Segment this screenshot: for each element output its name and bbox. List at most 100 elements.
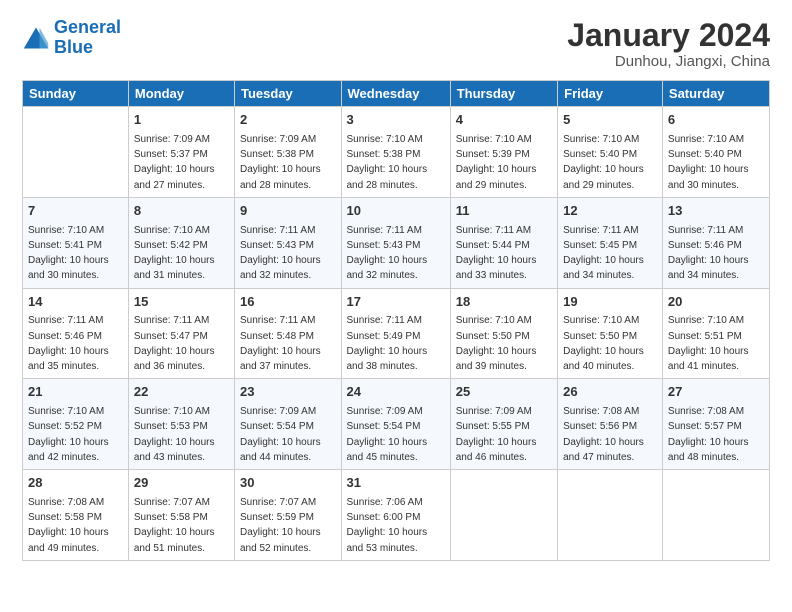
calendar-cell: 16 Sunrise: 7:11 AMSunset: 5:48 PMDayligh… (235, 288, 342, 379)
calendar-cell: 18 Sunrise: 7:10 AMSunset: 5:50 PMDayligh… (450, 288, 557, 379)
logo-text: General Blue (54, 18, 121, 58)
calendar-row: 1Sunrise: 7:09 AMSunset: 5:37 PMDaylight… (23, 107, 770, 198)
day-number: 24 (347, 383, 445, 402)
day-number: 16 (240, 293, 336, 312)
day-info: Sunrise: 7:09 AMSunset: 5:38 PMDaylight:… (240, 134, 321, 191)
day-number: 28 (28, 474, 123, 493)
logo-line1: General (54, 17, 121, 37)
calendar-cell: 8Sunrise: 7:10 AMSunset: 5:42 PMDaylight… (128, 197, 234, 288)
day-number: 6 (668, 111, 764, 130)
calendar-cell: 23 Sunrise: 7:09 AMSunset: 5:54 PMDayligh… (235, 379, 342, 470)
day-number: 5 (563, 111, 657, 130)
calendar-row: 21 Sunrise: 7:10 AMSunset: 5:52 PMDayligh… (23, 379, 770, 470)
day-number: 19 (563, 293, 657, 312)
calendar-cell: 19Sunrise: 7:10 AMSunset: 5:50 PMDayligh… (558, 288, 663, 379)
calendar-cell: 13 Sunrise: 7:11 AMSunset: 5:46 PMDayligh… (662, 197, 769, 288)
calendar-cell: 27 Sunrise: 7:08 AMSunset: 5:57 PMDayligh… (662, 379, 769, 470)
calendar-cell (450, 470, 557, 561)
day-number: 22 (134, 383, 229, 402)
day-info: Sunrise: 7:10 AMSunset: 5:53 PMDaylight:… (134, 406, 215, 463)
day-info: Sunrise: 7:11 AMSunset: 5:46 PMDaylight:… (668, 225, 749, 282)
day-number: 21 (28, 383, 123, 402)
month-title: January 2024 (567, 18, 770, 53)
calendar-cell: 2 Sunrise: 7:09 AMSunset: 5:38 PMDaylight… (235, 107, 342, 198)
calendar-cell: 26Sunrise: 7:08 AMSunset: 5:56 PMDayligh… (558, 379, 663, 470)
day-number: 13 (668, 202, 764, 221)
day-info: Sunrise: 7:06 AMSunset: 6:00 PMDaylight:… (347, 497, 428, 554)
day-info: Sunrise: 7:11 AMSunset: 5:46 PMDaylight:… (28, 315, 109, 372)
calendar-cell: 14 Sunrise: 7:11 AMSunset: 5:46 PMDayligh… (23, 288, 129, 379)
col-friday: Friday (558, 81, 663, 107)
calendar-cell: 7Sunrise: 7:10 AMSunset: 5:41 PMDaylight… (23, 197, 129, 288)
day-number: 9 (240, 202, 336, 221)
day-number: 26 (563, 383, 657, 402)
day-number: 27 (668, 383, 764, 402)
day-number: 14 (28, 293, 123, 312)
day-info: Sunrise: 7:11 AMSunset: 5:48 PMDaylight:… (240, 315, 321, 372)
day-number: 17 (347, 293, 445, 312)
day-number: 10 (347, 202, 445, 221)
day-info: Sunrise: 7:08 AMSunset: 5:58 PMDaylight:… (28, 497, 109, 554)
calendar-cell: 20 Sunrise: 7:10 AMSunset: 5:51 PMDayligh… (662, 288, 769, 379)
day-info: Sunrise: 7:09 AMSunset: 5:54 PMDaylight:… (347, 406, 428, 463)
header: General Blue January 2024 Dunhou, Jiangx… (22, 18, 770, 70)
day-info: Sunrise: 7:11 AMSunset: 5:44 PMDaylight:… (456, 225, 537, 282)
day-info: Sunrise: 7:11 AMSunset: 5:49 PMDaylight:… (347, 315, 428, 372)
day-info: Sunrise: 7:10 AMSunset: 5:39 PMDaylight:… (456, 134, 537, 191)
day-info: Sunrise: 7:09 AMSunset: 5:54 PMDaylight:… (240, 406, 321, 463)
day-info: Sunrise: 7:10 AMSunset: 5:40 PMDaylight:… (563, 134, 644, 191)
col-wednesday: Wednesday (341, 81, 450, 107)
calendar-cell (662, 470, 769, 561)
day-info: Sunrise: 7:10 AMSunset: 5:50 PMDaylight:… (456, 315, 537, 372)
page: General Blue January 2024 Dunhou, Jiangx… (0, 0, 792, 575)
calendar-cell: 29 Sunrise: 7:07 AMSunset: 5:58 PMDayligh… (128, 470, 234, 561)
day-info: Sunrise: 7:07 AMSunset: 5:58 PMDaylight:… (134, 497, 215, 554)
day-number: 20 (668, 293, 764, 312)
calendar-cell: 6Sunrise: 7:10 AMSunset: 5:40 PMDaylight… (662, 107, 769, 198)
day-number: 30 (240, 474, 336, 493)
title-block: January 2024 Dunhou, Jiangxi, China (567, 18, 770, 70)
day-info: Sunrise: 7:11 AMSunset: 5:43 PMDaylight:… (347, 225, 428, 282)
calendar-cell (558, 470, 663, 561)
day-number: 23 (240, 383, 336, 402)
day-number: 1 (134, 111, 229, 130)
calendar-table: Sunday Monday Tuesday Wednesday Thursday… (22, 80, 770, 561)
col-tuesday: Tuesday (235, 81, 342, 107)
calendar-cell: 5 Sunrise: 7:10 AMSunset: 5:40 PMDaylight… (558, 107, 663, 198)
calendar-cell: 25Sunrise: 7:09 AMSunset: 5:55 PMDayligh… (450, 379, 557, 470)
day-number: 29 (134, 474, 229, 493)
day-info: Sunrise: 7:08 AMSunset: 5:57 PMDaylight:… (668, 406, 749, 463)
calendar-cell: 4Sunrise: 7:10 AMSunset: 5:39 PMDaylight… (450, 107, 557, 198)
calendar-cell: 30Sunrise: 7:07 AMSunset: 5:59 PMDayligh… (235, 470, 342, 561)
location: Dunhou, Jiangxi, China (567, 53, 770, 70)
day-number: 18 (456, 293, 552, 312)
day-info: Sunrise: 7:10 AMSunset: 5:51 PMDaylight:… (668, 315, 749, 372)
day-info: Sunrise: 7:11 AMSunset: 5:45 PMDaylight:… (563, 225, 644, 282)
calendar-cell: 17 Sunrise: 7:11 AMSunset: 5:49 PMDayligh… (341, 288, 450, 379)
day-number: 11 (456, 202, 552, 221)
logo: General Blue (22, 18, 121, 58)
calendar-cell: 3 Sunrise: 7:10 AMSunset: 5:38 PMDaylight… (341, 107, 450, 198)
logo-line2: Blue (54, 37, 93, 57)
day-info: Sunrise: 7:10 AMSunset: 5:38 PMDaylight:… (347, 134, 428, 191)
col-thursday: Thursday (450, 81, 557, 107)
day-number: 3 (347, 111, 445, 130)
calendar-cell: 24 Sunrise: 7:09 AMSunset: 5:54 PMDayligh… (341, 379, 450, 470)
calendar-row: 28 Sunrise: 7:08 AMSunset: 5:58 PMDayligh… (23, 470, 770, 561)
calendar-cell: 12 Sunrise: 7:11 AMSunset: 5:45 PMDayligh… (558, 197, 663, 288)
day-number: 2 (240, 111, 336, 130)
calendar-row: 14 Sunrise: 7:11 AMSunset: 5:46 PMDayligh… (23, 288, 770, 379)
calendar-cell: 22 Sunrise: 7:10 AMSunset: 5:53 PMDayligh… (128, 379, 234, 470)
col-saturday: Saturday (662, 81, 769, 107)
calendar-cell: 10 Sunrise: 7:11 AMSunset: 5:43 PMDayligh… (341, 197, 450, 288)
day-info: Sunrise: 7:11 AMSunset: 5:43 PMDaylight:… (240, 225, 321, 282)
day-number: 15 (134, 293, 229, 312)
day-number: 7 (28, 202, 123, 221)
calendar-cell: 28 Sunrise: 7:08 AMSunset: 5:58 PMDayligh… (23, 470, 129, 561)
logo-icon (22, 24, 50, 52)
day-info: Sunrise: 7:11 AMSunset: 5:47 PMDaylight:… (134, 315, 215, 372)
day-number: 12 (563, 202, 657, 221)
day-info: Sunrise: 7:10 AMSunset: 5:52 PMDaylight:… (28, 406, 109, 463)
calendar-cell: 15 Sunrise: 7:11 AMSunset: 5:47 PMDayligh… (128, 288, 234, 379)
calendar-row: 7Sunrise: 7:10 AMSunset: 5:41 PMDaylight… (23, 197, 770, 288)
